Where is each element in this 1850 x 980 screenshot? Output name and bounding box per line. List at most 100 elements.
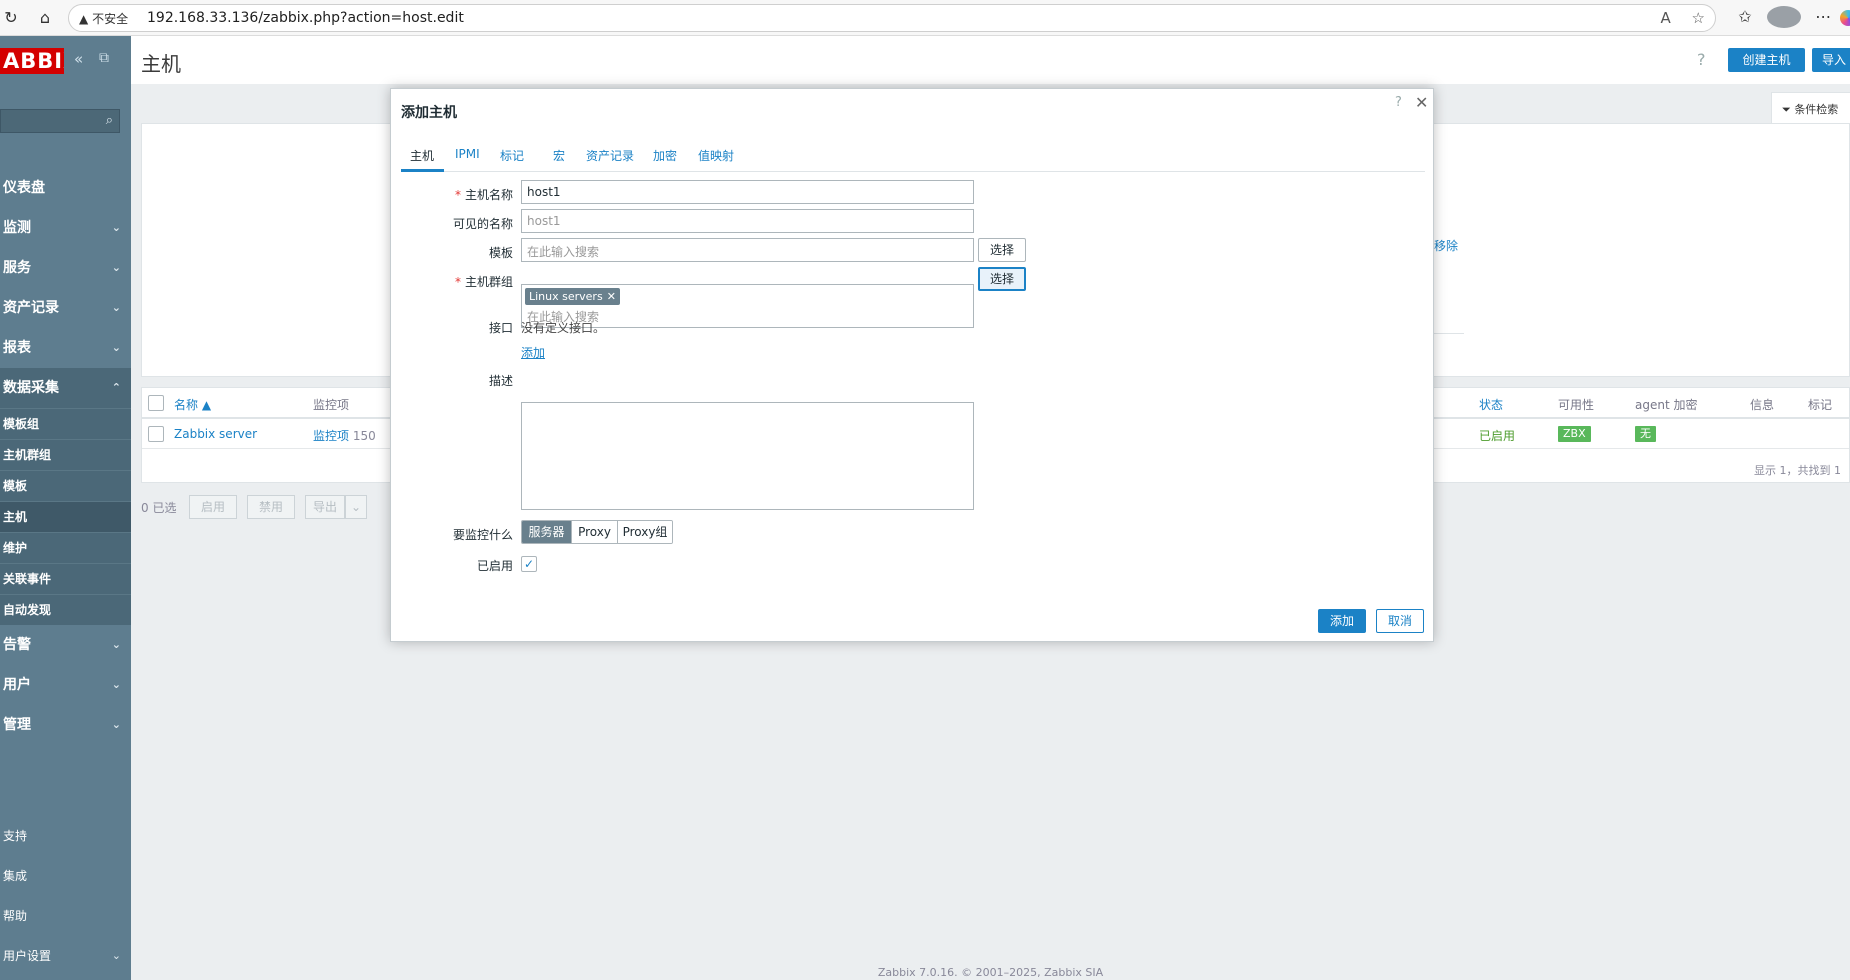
export-button[interactable]: 导出: [305, 495, 345, 519]
tab-value-mapping[interactable]: 值映射: [698, 147, 734, 164]
sidebar-search-input[interactable]: ⌕: [0, 109, 120, 133]
menu-item-inventory[interactable]: 资产记录 ⌄: [0, 288, 131, 328]
monitored-by-proxy-option[interactable]: Proxy: [572, 521, 618, 543]
enabled-label: 已启用: [476, 559, 513, 573]
description-textarea[interactable]: [521, 402, 974, 510]
favorites-icon[interactable]: ✩: [1728, 7, 1762, 26]
add-interface-link[interactable]: 添加: [521, 344, 545, 361]
menu-item-integrations[interactable]: 集成: [0, 856, 131, 896]
chevron-down-icon: ⌄: [111, 261, 121, 274]
url-text[interactable]: 192.168.33.136/zabbix.php?action=host.ed…: [147, 10, 464, 26]
export-dropdown-toggle[interactable]: ⌄: [345, 495, 367, 519]
items-cell: 监控项 150: [313, 427, 376, 444]
more-menu-icon[interactable]: ⋯: [1806, 7, 1840, 26]
chevron-down-icon: ⌄: [111, 949, 121, 962]
row-checkbox[interactable]: [148, 426, 164, 442]
warning-icon: ▲: [79, 12, 89, 26]
chevron-up-icon: ⌃: [111, 381, 121, 394]
create-host-button[interactable]: 创建主机: [1728, 48, 1805, 72]
column-availability-header: 可用性: [1558, 398, 1595, 412]
submenu-item-templates[interactable]: 模板: [0, 470, 131, 501]
search-icon[interactable]: ⌕: [106, 113, 113, 128]
cancel-button[interactable]: 取消: [1376, 609, 1424, 633]
visible-name-input[interactable]: host1: [521, 209, 974, 233]
submenu-item-event-correlation[interactable]: 关联事件: [0, 563, 131, 594]
templates-select-button[interactable]: 选择: [978, 238, 1026, 262]
sidebar-bottom-menu: 支持 集成 帮助 用户设置 ⌄ 退出: [0, 816, 131, 980]
help-icon[interactable]: ?: [1697, 50, 1706, 69]
page-title: 主机: [141, 52, 181, 76]
add-button[interactable]: 添加: [1318, 609, 1366, 633]
menu-item-administration[interactable]: 管理 ⌄: [0, 705, 131, 745]
kiosk-mode-icon[interactable]: ⧉: [99, 50, 109, 66]
menu-item-reports[interactable]: 报表 ⌄: [0, 328, 131, 368]
checkmark-icon: ✓: [523, 557, 535, 571]
import-button[interactable]: 导入: [1812, 48, 1850, 72]
tab-host[interactable]: 主机: [410, 147, 434, 164]
security-warning[interactable]: ▲ 不安全: [79, 10, 128, 27]
selected-count: 0 已选: [141, 501, 177, 515]
tab-ipmi[interactable]: IPMI: [455, 147, 480, 161]
remove-chip-icon[interactable]: ✕: [607, 290, 616, 303]
status-toggle[interactable]: 已启用: [1479, 427, 1515, 444]
menu-item-dashboard[interactable]: 仪表盘: [0, 168, 131, 208]
menu-item-data-collection[interactable]: 数据采集 ⌃: [0, 368, 131, 408]
chevron-down-icon: ⌄: [111, 718, 121, 731]
tab-inventory[interactable]: 资产记录: [586, 147, 634, 164]
items-link[interactable]: 监控项: [313, 429, 349, 443]
enable-button[interactable]: 启用: [189, 495, 237, 519]
chevron-down-icon: ⌄: [111, 341, 121, 354]
submenu-item-discovery[interactable]: 自动发现: [0, 594, 131, 625]
menu-item-sign-out[interactable]: 退出: [0, 976, 131, 980]
close-icon[interactable]: ✕: [1415, 93, 1428, 112]
menu-item-services[interactable]: 服务 ⌄: [0, 248, 131, 288]
tab-encryption[interactable]: 加密: [653, 147, 677, 164]
submenu-item-maintenance[interactable]: 维护: [0, 532, 131, 563]
host-groups-select-button[interactable]: 选择: [978, 267, 1026, 291]
host-groups-label: * 主机群组: [391, 273, 513, 290]
add-host-dialog: 添加主机 ? ✕ 主机 IPMI 标记 宏 资产记录 加密 值映射 * 主机名称 …: [390, 88, 1434, 642]
column-name-header[interactable]: 名称 ▲: [174, 396, 211, 413]
host-name-link[interactable]: Zabbix server: [174, 427, 257, 441]
monitored-by-server-option[interactable]: 服务器: [522, 521, 572, 543]
help-icon[interactable]: ?: [1395, 95, 1402, 110]
submenu-item-host-groups[interactable]: 主机群组: [0, 439, 131, 470]
collapse-sidebar-icon[interactable]: «: [74, 50, 83, 68]
enabled-checkbox[interactable]: ✓: [521, 556, 537, 572]
reload-icon[interactable]: ↻: [0, 7, 22, 29]
zabbix-logo[interactable]: ABBIX: [0, 48, 64, 74]
menu-item-user-settings[interactable]: 用户设置 ⌄: [0, 936, 131, 976]
menu-item-monitoring[interactable]: 监测 ⌄: [0, 208, 131, 248]
column-status-header[interactable]: 状态: [1479, 396, 1503, 413]
profile-avatar[interactable]: [1767, 6, 1802, 28]
templates-search-input[interactable]: 在此输入搜索: [521, 238, 974, 262]
required-asterisk: *: [454, 275, 461, 289]
disable-button[interactable]: 禁用: [247, 495, 295, 519]
menu-item-users[interactable]: 用户 ⌄: [0, 665, 131, 705]
submenu-item-hosts[interactable]: 主机: [0, 501, 131, 532]
address-bar[interactable]: ▲ 不安全 192.168.33.136/zabbix.php?action=h…: [68, 4, 1716, 32]
home-icon[interactable]: ⌂: [34, 7, 56, 29]
menu-label: 管理: [3, 717, 31, 733]
favorite-star-icon[interactable]: ☆: [1692, 9, 1705, 27]
copilot-icon[interactable]: [1840, 10, 1850, 26]
dialog-tabs: 主机 IPMI 标记 宏 资产记录 加密 值映射: [401, 139, 1425, 172]
filter-remove-link[interactable]: 移除: [1434, 237, 1458, 254]
security-label: 不安全: [92, 12, 129, 26]
menu-item-alerts[interactable]: 告警 ⌄: [0, 625, 131, 665]
submenu-item-template-groups[interactable]: 模板组: [0, 408, 131, 439]
filter-tab[interactable]: ⏷ 条件检索: [1771, 92, 1850, 124]
select-all-checkbox[interactable]: [148, 395, 164, 411]
tab-macros[interactable]: 宏: [553, 147, 565, 164]
chevron-down-icon: ⌄: [111, 301, 121, 314]
chevron-down-icon: ⌄: [350, 500, 362, 514]
templates-label: 模板: [488, 246, 513, 260]
menu-item-support[interactable]: 支持: [0, 816, 131, 856]
menu-item-help[interactable]: 帮助: [0, 896, 131, 936]
host-name-input[interactable]: host1: [521, 180, 974, 204]
menu-label: 用户设置: [3, 949, 52, 963]
monitored-by-proxy-group-option[interactable]: Proxy组: [618, 521, 672, 543]
monitored-by-label: 要监控什么: [452, 528, 513, 542]
read-aloud-icon[interactable]: A: [1661, 9, 1671, 27]
tab-tags[interactable]: 标记: [500, 147, 524, 164]
